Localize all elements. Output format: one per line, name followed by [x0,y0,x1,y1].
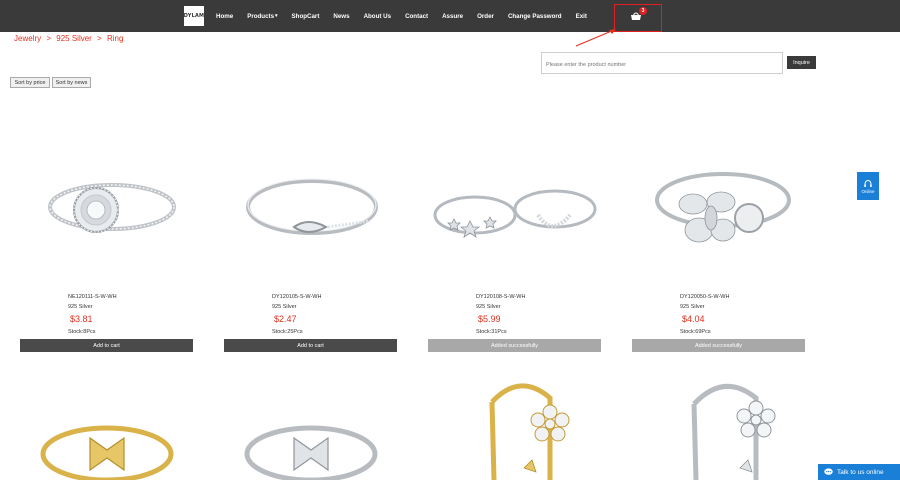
silver-bow-ring-icon [244,425,377,480]
star-stack-ring-icon [433,189,596,238]
product-price: $4.04 [682,314,705,324]
product-stock: Stock:31Pcs [476,329,507,335]
nav-products[interactable]: Products ▾ [247,13,277,20]
added-successfully-button[interactable]: Added successfully [632,339,805,352]
product-image[interactable] [428,372,601,480]
product-image[interactable] [20,110,193,270]
nav-order[interactable]: Order [477,13,494,20]
product-price: $3.81 [70,314,93,324]
chat-bubble-icon [824,468,833,475]
add-to-cart-button[interactable]: Add to cart [224,339,397,352]
product-image[interactable] [632,110,805,270]
nav-products-label: Products [247,12,275,20]
product-number-input[interactable] [542,55,782,75]
product-code[interactable]: DY120050-S-W-WH [680,294,729,300]
gold-bow-ring-icon [40,425,173,480]
teardrop-ring-icon [245,178,378,235]
inquire-button[interactable]: Inquire [787,56,816,69]
breadcrumb-jewelry[interactable]: Jewelry [14,34,41,43]
sort-by-price-button[interactable]: Sort by price [10,77,50,88]
nav-contact[interactable]: Contact [405,13,428,20]
halo-ring-icon [47,183,176,233]
product-code[interactable]: NE120111-S-W-WH [68,294,117,300]
product-stock: Stock:25Pcs [272,329,303,335]
product-stock: Stock:8Pcs [68,329,96,335]
product-code[interactable]: DY120105-S-W-WH [272,294,321,300]
online-support-tab[interactable]: Online [857,172,879,200]
chevron-down-icon: ▾ [275,13,278,19]
sort-by-news-button[interactable]: Sort by news [52,77,91,88]
breadcrumb: Jewelry > 925 Silver > Ring [14,34,126,43]
nav-exit[interactable]: Exit [576,13,587,20]
product-image[interactable] [224,110,397,270]
product-image[interactable] [20,372,193,480]
gold-flower-ring-icon [489,383,569,480]
cart-count-badge: 3 [639,7,647,15]
product-search-box [541,52,783,75]
product-image[interactable] [428,110,601,270]
talk-to-us-bar[interactable]: Talk to us online [818,464,900,480]
nav-news[interactable]: News [333,13,349,20]
product-metal: 925 Silver [68,304,93,310]
breadcrumb-ring[interactable]: Ring [107,34,123,43]
headset-icon [864,179,872,187]
product-metal: 925 Silver [680,304,705,310]
product-stock: Stock:69Pcs [680,329,711,335]
silver-flower-ring-icon [691,383,775,480]
top-nav-bar: DYLAM Home Products ▾ ShopCart News About… [0,0,900,32]
product-image[interactable] [632,372,805,480]
breadcrumb-925-silver[interactable]: 925 Silver [56,34,92,43]
product-price: $2.47 [274,314,297,324]
product-metal: 925 Silver [476,304,501,310]
annotation-arrow-icon [575,29,616,47]
nav-home[interactable]: Home [216,13,233,20]
breadcrumb-separator: > [46,34,52,43]
online-label: Online [861,188,875,194]
product-code[interactable]: DY120108-S-W-WH [476,294,525,300]
nav-change-password[interactable]: Change Password [508,13,562,20]
product-price: $5.99 [478,314,501,324]
talk-label: Talk to us online [837,468,884,476]
breadcrumb-separator: > [97,34,102,43]
added-successfully-button[interactable]: Added successfully [428,339,601,352]
nav-about-us[interactable]: About Us [364,13,392,20]
site-logo[interactable]: DYLAM [184,6,204,26]
nav-shopcart[interactable]: ShopCart [292,13,320,20]
nav-assure[interactable]: Assure [442,13,463,20]
bee-ring-icon [654,172,791,243]
main-nav: Home Products ▾ ShopCart News About Us Co… [216,0,601,32]
product-metal: 925 Silver [272,304,297,310]
product-image[interactable] [224,372,397,480]
add-to-cart-button[interactable]: Add to cart [20,339,193,352]
